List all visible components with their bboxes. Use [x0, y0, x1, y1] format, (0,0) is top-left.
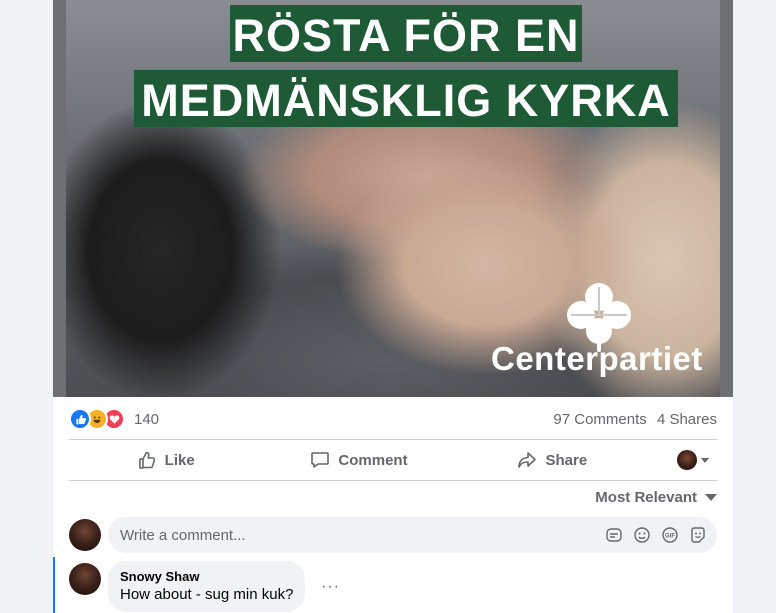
comment-icon — [311, 452, 330, 468]
composer-tools: GIF — [595, 526, 707, 544]
svg-text:GIF: GIF — [665, 534, 675, 540]
share-label: Share — [545, 451, 588, 469]
like-reaction-icon — [69, 408, 91, 430]
avatar — [676, 450, 697, 470]
divider — [69, 439, 717, 440]
comment-sort-dropdown[interactable]: Most Relevant — [595, 489, 717, 506]
avatar-sticker-icon[interactable] — [689, 526, 707, 544]
post-photo: RÖSTA FÖR EN MEDMÄNSKLIG KYRKA Centerpar… — [66, 0, 720, 397]
sticker-icon[interactable] — [605, 526, 623, 544]
party-logo-text: Centerpartiet — [491, 340, 703, 377]
like-label: Like — [164, 451, 195, 469]
emoji-icon[interactable] — [633, 526, 651, 544]
thumbs-up-icon — [138, 451, 155, 469]
image-banner-line1: RÖSTA FÖR EN — [230, 5, 582, 62]
avatar[interactable] — [69, 563, 101, 595]
shares-count-link[interactable]: 4 Shares — [657, 411, 717, 428]
comment-composer[interactable]: Write a comment... GIF — [108, 517, 717, 553]
post-image[interactable]: RÖSTA FÖR EN MEDMÄNSKLIG KYRKA Centerpar… — [53, 0, 733, 397]
comment-button[interactable]: Comment — [262, 442, 455, 478]
sort-label: Most Relevant — [595, 489, 697, 506]
comment-input-placeholder[interactable]: Write a comment... — [120, 527, 246, 544]
avatar[interactable] — [69, 519, 101, 551]
comment-author[interactable]: Snowy Shaw — [120, 569, 293, 584]
comment-text: How about - sug min kuk? — [120, 586, 294, 603]
post-stats: 140 97 Comments 4 Shares — [69, 404, 717, 434]
share-icon — [518, 452, 537, 468]
like-button[interactable]: Like — [69, 442, 262, 478]
post-actions: Like Comment Share — [69, 442, 717, 478]
reactions-summary[interactable]: 140 — [69, 408, 159, 430]
comments-count-link[interactable]: 97 Comments — [553, 411, 646, 428]
comment-bubble: Snowy Shaw How about - sug min kuk? — [108, 561, 306, 612]
caret-down-icon — [705, 494, 717, 501]
more-options-icon[interactable]: ··· — [321, 578, 340, 596]
post-card: RÖSTA FÖR EN MEDMÄNSKLIG KYRKA Centerpar… — [53, 0, 733, 613]
divider — [69, 480, 717, 481]
comment-highlight-bar — [53, 557, 55, 613]
gif-icon[interactable]: GIF — [661, 526, 679, 544]
post-as-selector[interactable] — [649, 450, 717, 470]
image-banner-line2: MEDMÄNSKLIG KYRKA — [134, 70, 678, 127]
comment-label: Comment — [338, 451, 408, 469]
share-button[interactable]: Share — [456, 442, 649, 478]
reaction-count: 140 — [134, 410, 160, 428]
engagement-counts: 97 Comments 4 Shares — [547, 411, 717, 428]
caret-down-icon — [700, 457, 709, 463]
